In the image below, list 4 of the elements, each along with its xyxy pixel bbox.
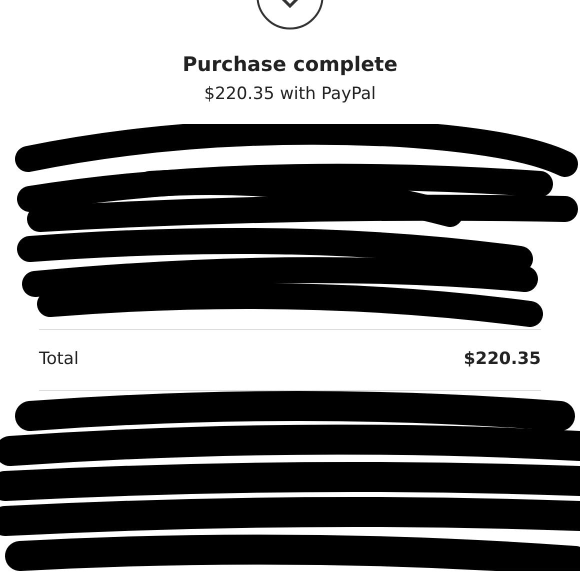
status-title: Purchase complete [181,52,399,76]
total-label: Total [39,348,79,371]
total-amount: $220.35 [464,348,541,371]
payment-summary: $220.35 with PayPal [203,83,377,106]
